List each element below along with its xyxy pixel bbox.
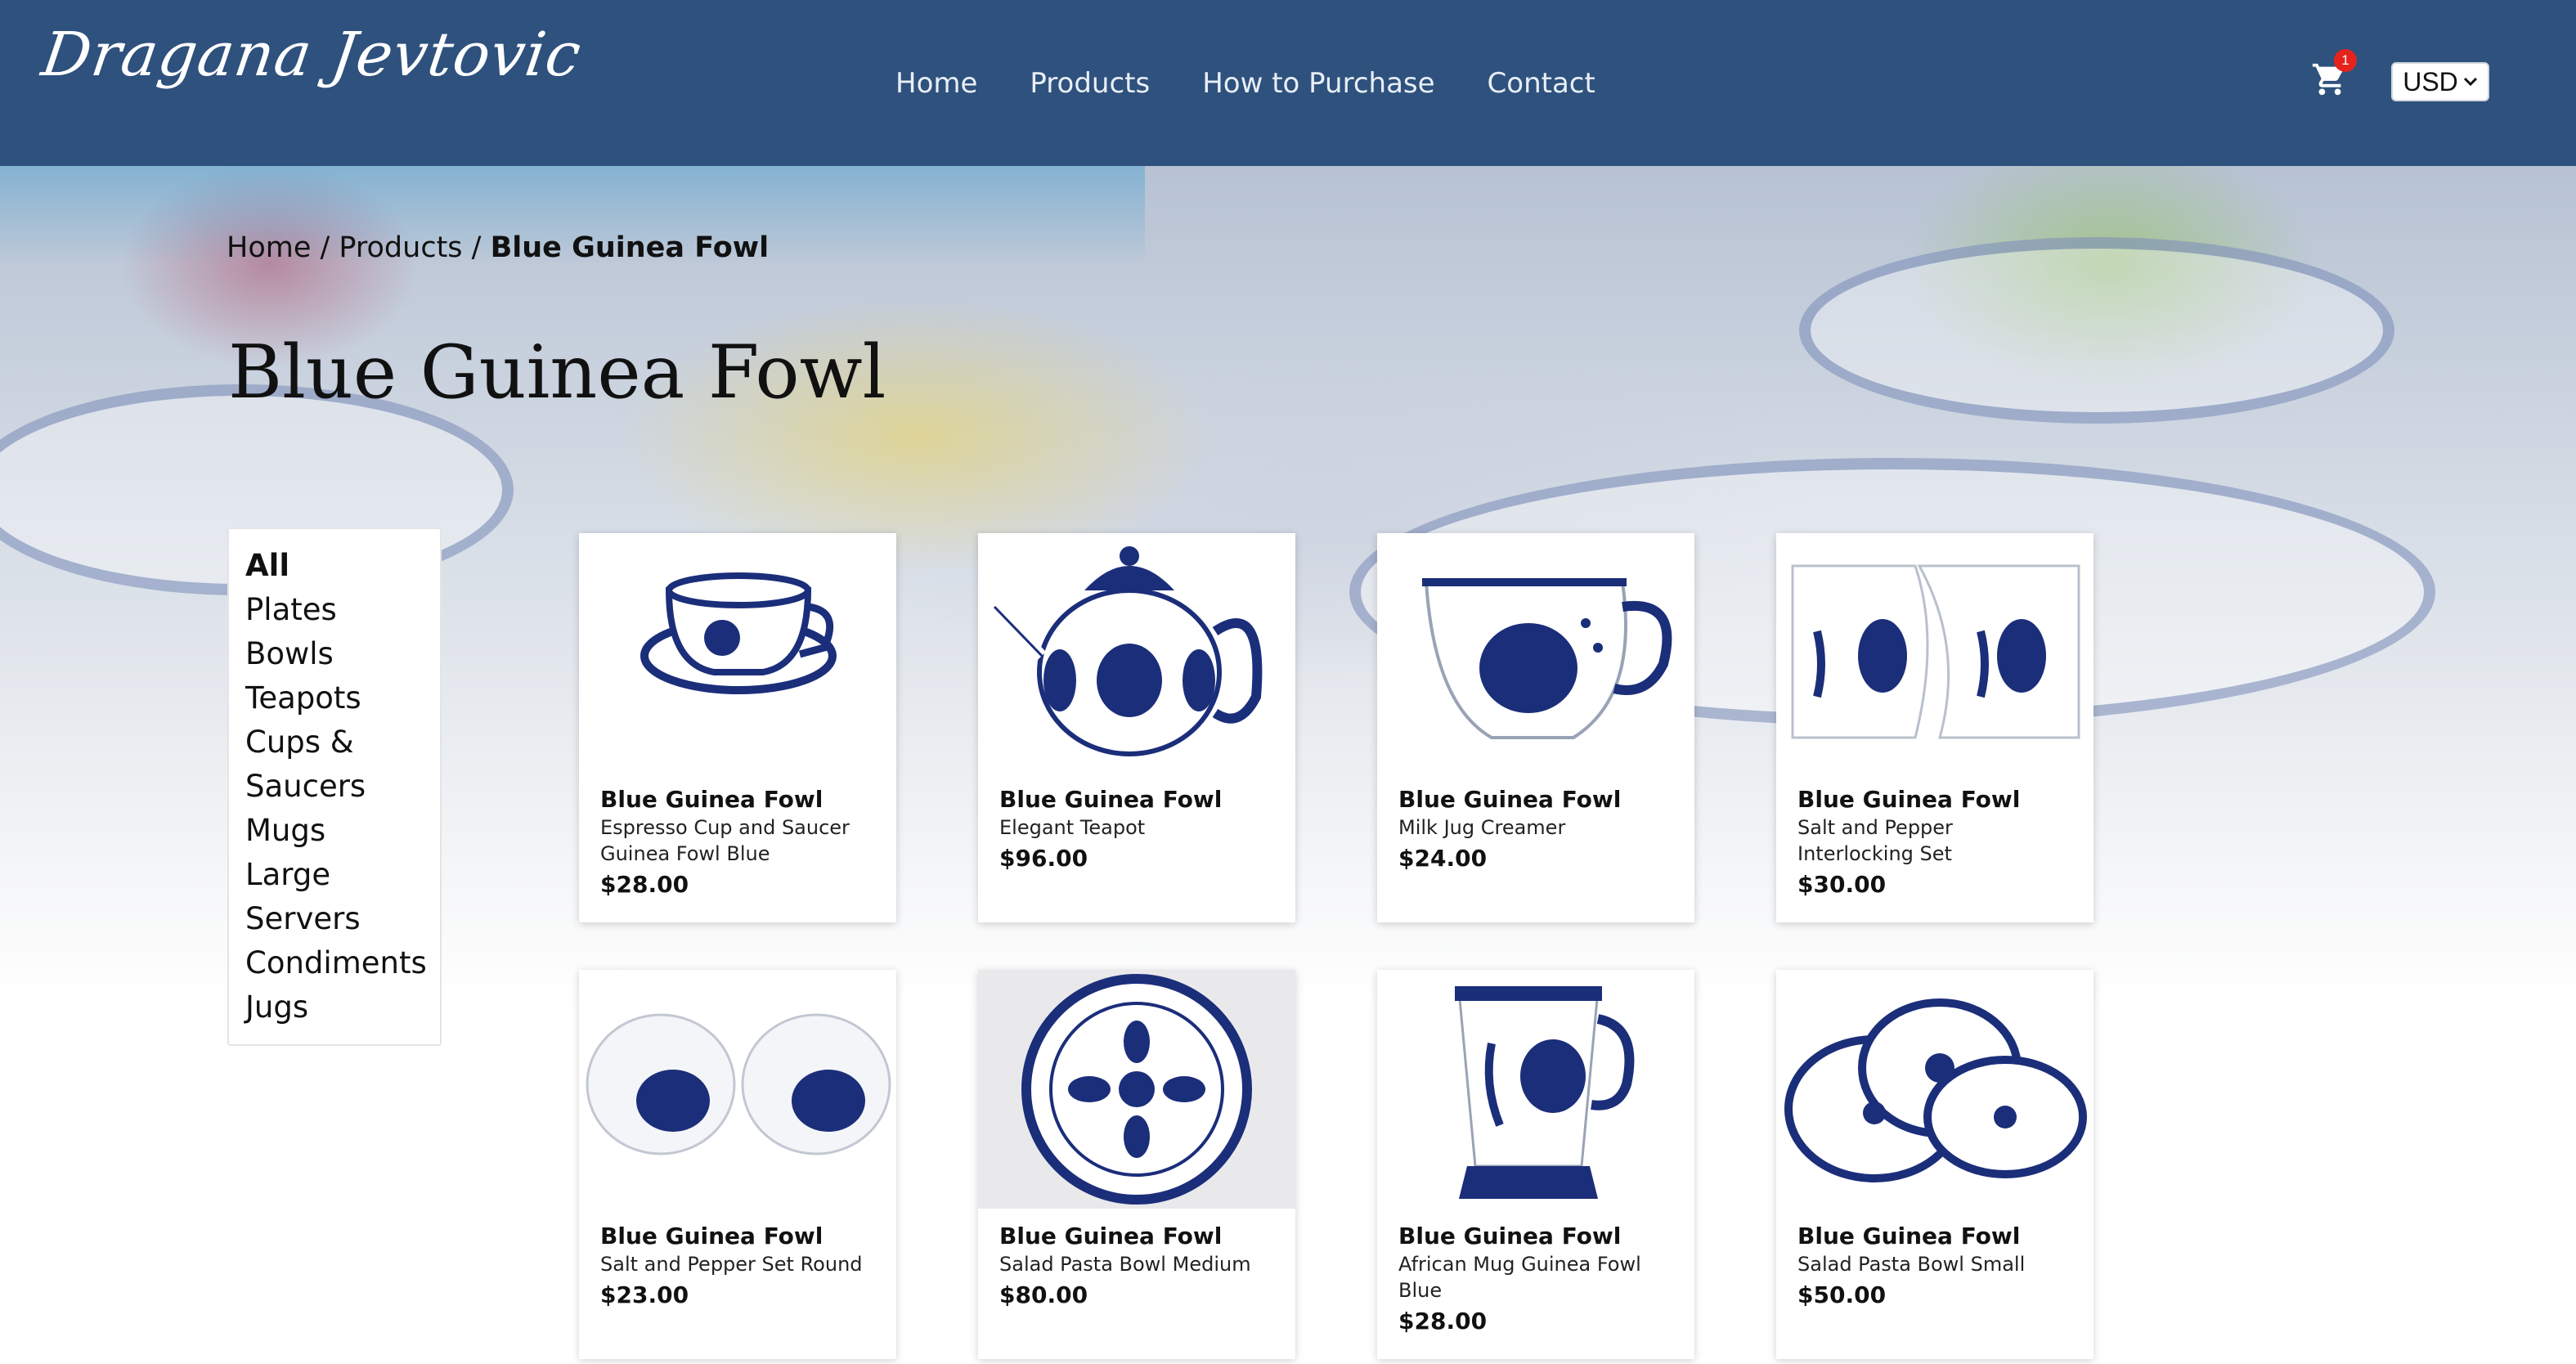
- nav-how-to-purchase[interactable]: How to Purchase: [1202, 67, 1434, 100]
- breadcrumb-separator: /: [462, 231, 491, 264]
- product-description: Salt and Pepper: [1797, 816, 1953, 839]
- sidebar-item-condiments[interactable]: Condiments: [245, 941, 440, 985]
- sidebar-item-bowls[interactable]: Bowls: [245, 632, 440, 676]
- salt-pepper-round-icon: [586, 1013, 891, 1155]
- product-description: Salt and Pepper Set Round: [600, 1253, 863, 1276]
- currency-value: USD: [2403, 66, 2458, 96]
- cart-count-badge: 1: [2334, 49, 2357, 72]
- product-name[interactable]: Blue Guinea Fowl: [1398, 1222, 1673, 1251]
- category-sidebar: All Plates Bowls Teapots Cups & Saucers …: [227, 527, 442, 1046]
- product-image[interactable]: [978, 533, 1295, 772]
- product-description: Blue: [1398, 1279, 1443, 1302]
- product-description: Salad Pasta Bowl Small: [1797, 1253, 2026, 1276]
- product-price: $28.00: [600, 871, 689, 898]
- sidebar-item-large-servers[interactable]: Large: [245, 853, 440, 897]
- product-name[interactable]: Blue Guinea Fowl: [600, 1222, 875, 1251]
- sidebar-item-large-servers-line2[interactable]: Servers: [245, 897, 440, 941]
- hero-plate-decoration: [1799, 237, 2394, 424]
- product-name[interactable]: Blue Guinea Fowl: [600, 785, 875, 814]
- product-name[interactable]: Blue Guinea Fowl: [1398, 785, 1673, 814]
- product-price: $23.00: [600, 1281, 689, 1308]
- milk-jug-icon: [1422, 578, 1672, 739]
- mug-icon: [1455, 986, 1635, 1199]
- product-price: $28.00: [1398, 1308, 1488, 1335]
- brand-logo[interactable]: Dragana Jevtovic: [38, 20, 586, 90]
- chevron-down-icon: [2463, 77, 2477, 87]
- top-navigation-bar: Dragana Jevtovic Home Products How to Pu…: [0, 0, 2576, 166]
- nav-contact[interactable]: Contact: [1488, 67, 1595, 100]
- product-card[interactable]: Blue Guinea Fowl African Mug Guinea Fowl…: [1377, 970, 1694, 1359]
- product-image[interactable]: [1776, 970, 2094, 1209]
- product-name[interactable]: Blue Guinea Fowl: [1797, 785, 2072, 814]
- breadcrumb-current: Blue Guinea Fowl: [490, 231, 770, 264]
- product-description: Interlocking Set: [1797, 842, 1952, 865]
- breadcrumb: Home / Products / Blue Guinea Fowl: [227, 231, 769, 264]
- product-image[interactable]: [579, 970, 896, 1209]
- product-image[interactable]: [1776, 533, 2094, 772]
- product-price: $80.00: [999, 1281, 1088, 1308]
- product-name[interactable]: Blue Guinea Fowl: [999, 785, 1274, 814]
- bowls-small-icon: [1784, 998, 2087, 1182]
- currency-select[interactable]: USD: [2391, 62, 2489, 101]
- product-card[interactable]: Blue Guinea Fowl Salt and Pepper Interlo…: [1776, 533, 2094, 922]
- sidebar-item-cups-saucers[interactable]: Cups &: [245, 720, 440, 765]
- page-title: Blue Guinea Fowl: [228, 330, 886, 415]
- product-image[interactable]: [978, 970, 1295, 1209]
- breadcrumb-products[interactable]: Products: [339, 231, 462, 264]
- teapot-icon: [990, 546, 1263, 756]
- product-description: Elegant Teapot: [999, 816, 1146, 839]
- product-card[interactable]: Blue Guinea Fowl Elegant Teapot $96.00: [978, 533, 1295, 922]
- product-card[interactable]: Blue Guinea Fowl Milk Jug Creamer $24.00: [1377, 533, 1694, 922]
- product-name[interactable]: Blue Guinea Fowl: [999, 1222, 1274, 1251]
- product-card[interactable]: Blue Guinea Fowl Espresso Cup and Saucer…: [579, 533, 896, 922]
- cup-saucer-icon: [640, 572, 837, 694]
- product-price: $30.00: [1797, 871, 1887, 898]
- bowl-medium-icon: [1021, 974, 1252, 1205]
- product-price: $96.00: [999, 845, 1088, 872]
- product-card[interactable]: Blue Guinea Fowl Salad Pasta Bowl Small …: [1776, 970, 2094, 1359]
- sidebar-item-teapots[interactable]: Teapots: [245, 676, 440, 720]
- breadcrumb-home[interactable]: Home: [227, 231, 311, 264]
- nav-products[interactable]: Products: [1030, 67, 1150, 100]
- nav-home[interactable]: Home: [895, 67, 977, 100]
- product-image[interactable]: [1377, 533, 1694, 772]
- product-card[interactable]: Blue Guinea Fowl Salad Pasta Bowl Medium…: [978, 970, 1295, 1359]
- sidebar-item-cups-saucers-line2[interactable]: Saucers: [245, 765, 440, 809]
- product-description: Guinea Fowl Blue: [600, 842, 770, 865]
- sidebar-item-jugs[interactable]: Jugs: [245, 985, 440, 1030]
- product-image[interactable]: [1377, 970, 1694, 1209]
- product-description: African Mug Guinea Fowl: [1398, 1253, 1641, 1276]
- product-description: Salad Pasta Bowl Medium: [999, 1253, 1251, 1276]
- main-nav: Home Products How to Purchase Contact: [895, 0, 1595, 166]
- breadcrumb-separator: /: [311, 231, 339, 264]
- product-description: Espresso Cup and Saucer: [600, 816, 850, 839]
- product-price: $24.00: [1398, 845, 1488, 872]
- product-image[interactable]: [579, 533, 896, 772]
- product-description: Milk Jug Creamer: [1398, 816, 1566, 839]
- sidebar-item-plates[interactable]: Plates: [245, 588, 440, 632]
- product-name[interactable]: Blue Guinea Fowl: [1797, 1222, 2072, 1251]
- product-card[interactable]: Blue Guinea Fowl Salt and Pepper Set Rou…: [579, 970, 896, 1359]
- salt-pepper-interlocking-icon: [1791, 564, 2080, 739]
- product-price: $50.00: [1797, 1281, 1887, 1308]
- sidebar-item-mugs[interactable]: Mugs: [245, 809, 440, 853]
- sidebar-item-all[interactable]: All: [245, 544, 440, 588]
